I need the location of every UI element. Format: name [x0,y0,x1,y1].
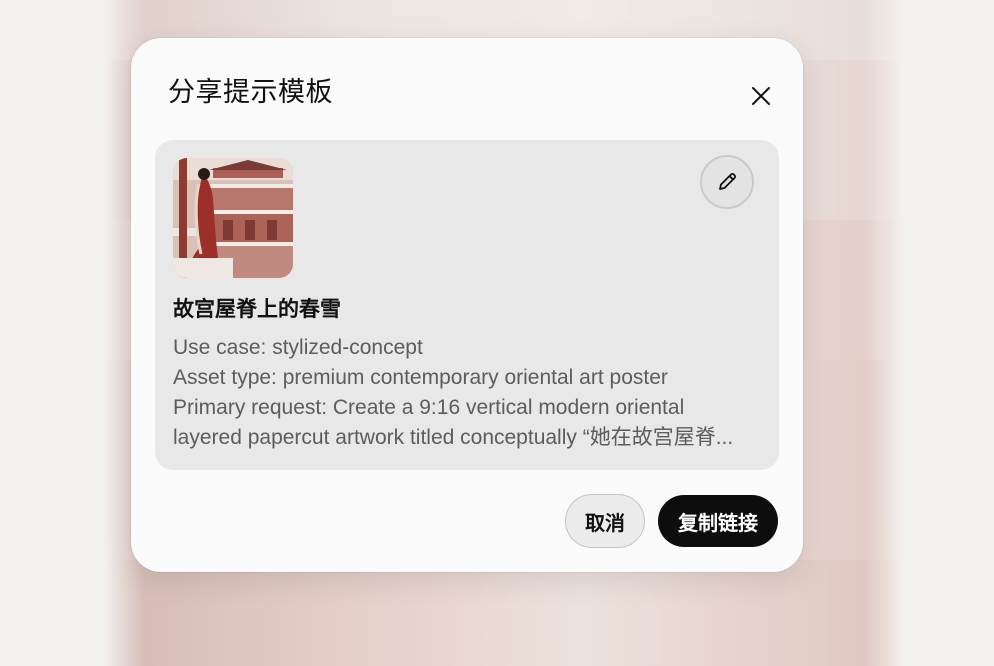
cancel-button[interactable]: 取消 [565,494,645,548]
share-prompt-dialog: 分享提示模板 故宫屋脊上的春雪 Use case: stylized-conce… [131,38,803,572]
prompt-line: Use case: stylized-concept [173,336,423,359]
prompt-card: 故宫屋脊上的春雪 Use case: stylized-concept Asse… [155,140,779,470]
edit-button[interactable] [700,155,754,209]
copy-link-button[interactable]: 复制链接 [658,495,778,547]
prompt-line: Primary request: Create a 9:16 vertical … [173,396,685,419]
prompt-line: Asset type: premium contemporary orienta… [173,366,668,389]
prompt-title: 故宫屋脊上的春雪 [173,298,341,321]
prompt-line: layered papercut artwork titled conceptu… [173,426,734,449]
close-button[interactable] [743,78,779,114]
dialog-title: 分享提示模板 [168,77,333,107]
papercut-artwork-thumbnail [173,158,293,278]
pencil-icon [719,173,736,190]
close-icon [752,87,770,105]
backdrop-fade-right [864,0,904,666]
prompt-text: Use case: stylized-concept Asset type: p… [173,333,763,453]
